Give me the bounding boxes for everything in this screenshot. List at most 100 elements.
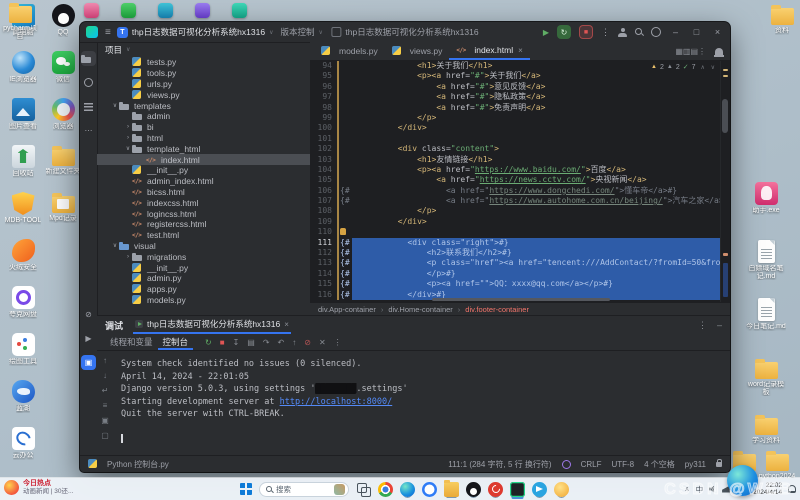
encoding-indicator[interactable]: UTF-8 (611, 460, 634, 469)
more-tool-windows-icon[interactable]: ⋯ (81, 123, 96, 138)
maximize-button[interactable]: □ (690, 27, 703, 37)
rerun-debug-button[interactable]: ↻ (557, 25, 571, 39)
debug-tool-icon[interactable]: ⋮ (334, 338, 342, 347)
volume-icon[interactable] (709, 486, 716, 493)
desktop-icon[interactable]: 图片查看 (4, 96, 42, 143)
project-panel-header[interactable]: 项目 ∨ (97, 42, 310, 57)
more-actions-icon[interactable]: ⋮ (601, 27, 610, 38)
browser-assistant-ball[interactable] (727, 465, 758, 496)
tree-item[interactable]: models.py (97, 295, 310, 306)
panel-options-icon[interactable]: ⋮ (698, 320, 707, 331)
desktop-icon[interactable]: 新建文件夹 (44, 143, 82, 190)
tree-item[interactable]: logincss.html (97, 208, 310, 219)
taskbar-app-icon[interactable] (444, 482, 459, 497)
console-tool-icon[interactable]: ↵ (102, 386, 109, 395)
tool-window-icon[interactable]: ⊘ (81, 307, 96, 322)
tool-window-icon[interactable]: ▶ (81, 331, 96, 346)
inspections-widget[interactable]: ▲ 2 ▲ 2 ✓ 7 ∧ ∨ (651, 63, 717, 71)
console-tool-icon[interactable]: ↑ (103, 356, 107, 365)
desktop-icon[interactable]: 蓝湖 (4, 378, 42, 425)
tree-chevron-icon[interactable]: ∨ (124, 145, 132, 152)
editor-layout-icon[interactable]: ⋮ (698, 47, 706, 56)
code-line[interactable]: 95 <p><a href="#">关于我们</a> (310, 71, 730, 81)
taskbar-search[interactable]: 搜索 (259, 482, 349, 497)
tree-item[interactable]: __init__.py (97, 262, 310, 273)
close-tab-icon[interactable]: × (518, 46, 523, 55)
code-line[interactable]: 103 <h1>友情链接</h1> (310, 155, 730, 165)
taskbar-app-icon[interactable] (554, 482, 569, 497)
stripe-change-mark[interactable] (723, 253, 728, 256)
debug-tool-icon[interactable]: ↶ (278, 338, 285, 347)
titlebar[interactable]: ≡ T thp日志数据可视化分析系统hx1316 ∨ 版本控制 ∨ thp日志数… (80, 22, 730, 43)
line-ending-indicator[interactable]: CRLF (581, 460, 602, 469)
debug-tool-icon[interactable]: ✕ (319, 338, 326, 347)
desktop-icon[interactable]: Mpd记录 (44, 190, 82, 237)
desktop-icon[interactable]: 浏览器 (44, 96, 82, 143)
caret-position[interactable]: 111:1 (284 字符, 5 行 换行符) (448, 459, 551, 470)
tool-window-icon[interactable]: ▣ (81, 355, 96, 370)
notification-center-icon[interactable] (788, 485, 796, 493)
tray-expand-icon[interactable]: ∧ (684, 485, 689, 493)
code-area[interactable]: 94 <h1>关于我们</h1> 95 <p><a href="#">关于我们<… (310, 61, 730, 302)
console-tool-icon[interactable]: ▣ (101, 416, 109, 425)
editor-layout-icon[interactable]: ▦ (675, 47, 683, 56)
project-name[interactable]: thp日志数据可视化分析系统hx1316 (132, 26, 265, 38)
start-button[interactable] (240, 483, 252, 495)
readonly-lock-icon[interactable] (716, 462, 722, 467)
taskbar-app-icon[interactable] (510, 482, 525, 497)
vcs-widget[interactable]: 版本控制 (280, 26, 314, 38)
tree-chevron-icon[interactable]: ∨ (111, 242, 119, 249)
tree-item[interactable]: bicss.html (97, 187, 310, 198)
editor-layout-icon[interactable]: ▤ (690, 47, 698, 56)
structure-tool-window-icon[interactable] (81, 99, 96, 114)
news-widget[interactable]: 今日热点 动画新闻 | 30还... (4, 480, 73, 495)
tree-chevron-icon[interactable]: ∨ (111, 102, 119, 109)
project-tool-window-icon[interactable] (81, 51, 96, 66)
desktop-shortcut-icon[interactable] (84, 3, 99, 18)
taskbar-app-icon[interactable] (532, 482, 547, 497)
desktop-icon[interactable]: 绘图工具 (4, 331, 42, 378)
tree-item[interactable]: index.html (97, 154, 310, 165)
debug-tool-icon[interactable]: ↧ (233, 338, 240, 347)
code-line[interactable]: 112 {# <h2>联系我们</h2>#} (310, 248, 730, 258)
stop-button[interactable]: ■ (579, 25, 593, 39)
breadcrumb-item[interactable]: div.Home-container (376, 305, 453, 314)
code-line[interactable]: 104 <p><a href="https://www.baidu.com/">… (310, 165, 730, 175)
code-line[interactable]: 98 <a href="#">免责声明</a> (310, 103, 730, 113)
editor-tab[interactable]: index.html × (449, 42, 529, 60)
debug-session-tab[interactable]: thp日志数据可视化分析系统hx1316 × (133, 316, 291, 334)
tree-item[interactable]: urls.py (97, 79, 310, 90)
console-output[interactable]: System check identified no issues (0 sil… (113, 351, 730, 456)
tree-item[interactable]: ∨ template_html (97, 143, 310, 154)
debug-tool-icon[interactable]: ▤ (247, 338, 255, 347)
task-view-button[interactable] (356, 482, 371, 497)
desktop-shortcut-icon[interactable] (121, 3, 136, 18)
close-button[interactable]: × (711, 27, 724, 37)
breadcrumb-item[interactable]: div.footer-container (453, 305, 529, 314)
console-tool-icon[interactable]: ≡ (103, 401, 108, 410)
taskbar-app-icon[interactable] (466, 482, 481, 497)
horizontal-scrollbar[interactable] (432, 298, 610, 301)
desktop-icon[interactable]: MDB-TOOL (4, 190, 42, 237)
taskbar-app-icon[interactable] (422, 482, 437, 497)
tree-item[interactable]: admin (97, 111, 310, 122)
interpreter-indicator[interactable]: py311 (685, 460, 706, 469)
run-button[interactable]: ▶ (543, 28, 549, 37)
tree-item[interactable]: tools.py (97, 68, 310, 79)
desktop-icon[interactable]: QQ (44, 2, 82, 49)
desktop-shortcut-icon[interactable] (158, 3, 173, 18)
prev-next-problem-icons[interactable]: ∧ ∨ (701, 64, 717, 71)
code-line[interactable]: 96 <a href="#">意见反馈</a> (310, 82, 730, 92)
tree-item[interactable]: › bi (97, 122, 310, 133)
code-line[interactable]: 111 {# <div class="right">#} (310, 238, 730, 248)
stripe-warning-mark[interactable] (723, 69, 728, 71)
taskbar-app-icon[interactable] (488, 482, 503, 497)
debug-subtab[interactable]: 线程和变量 (105, 334, 158, 350)
editor-tab[interactable]: models.py × (314, 42, 385, 60)
code-line[interactable]: 102 <div class="content"> (310, 144, 730, 154)
debugger-settings-icon[interactable] (562, 460, 571, 469)
desktop-icon[interactable]: 夸克网盘 (4, 284, 42, 331)
tree-item[interactable]: test.html (97, 230, 310, 241)
taskbar-app-icon[interactable] (378, 482, 393, 497)
tree-item[interactable]: __init__.py (97, 165, 310, 176)
